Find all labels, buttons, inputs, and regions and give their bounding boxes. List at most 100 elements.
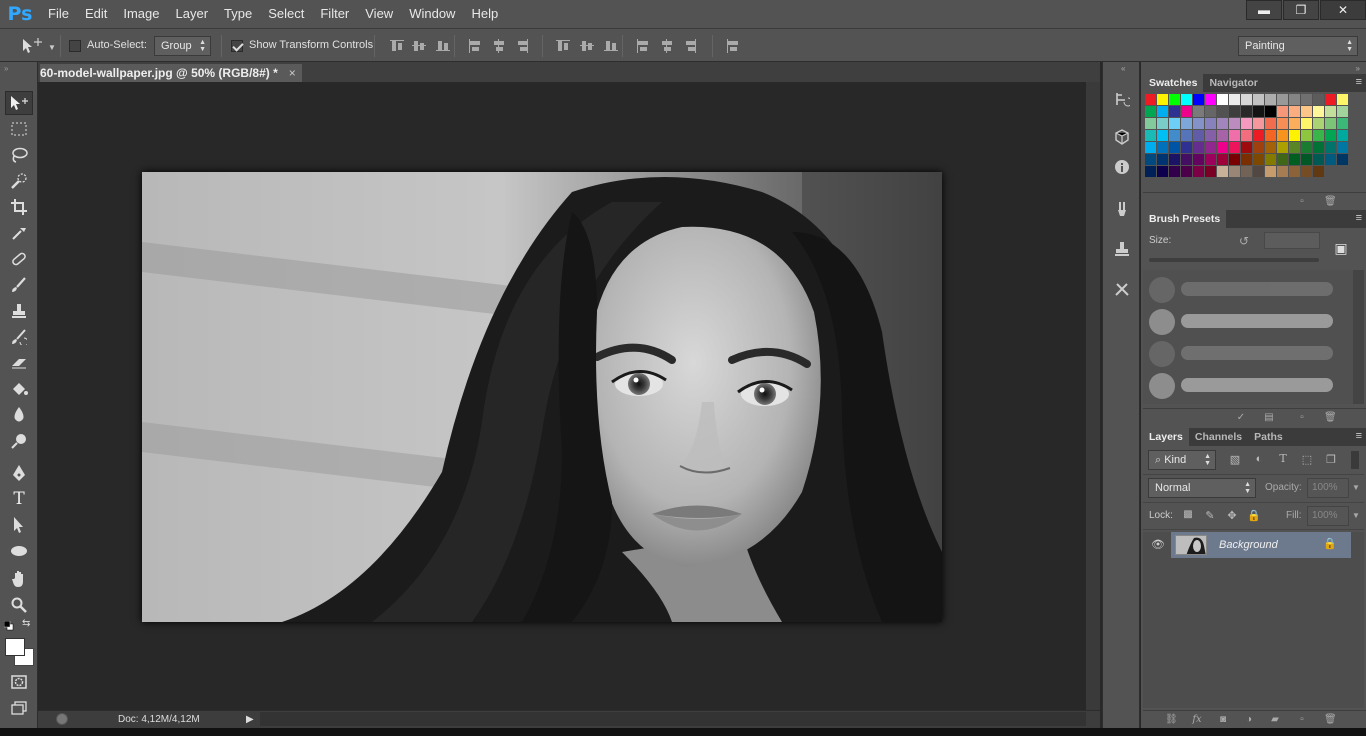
tab-layers[interactable]: Layers: [1143, 428, 1189, 446]
swatch[interactable]: [1205, 142, 1216, 153]
swatch[interactable]: [1229, 106, 1240, 117]
swatch[interactable]: [1145, 142, 1156, 153]
collapse-dock-icon[interactable]: «: [1121, 64, 1125, 73]
swatch[interactable]: [1157, 118, 1168, 129]
menu-file[interactable]: File: [40, 0, 77, 28]
delete-brush-preset-icon[interactable]: 🗑: [1324, 412, 1337, 424]
tab-channels[interactable]: Channels: [1189, 428, 1248, 446]
swatch[interactable]: [1217, 154, 1228, 165]
swatch[interactable]: [1313, 142, 1324, 153]
swatch[interactable]: [1229, 166, 1240, 177]
swatch[interactable]: [1145, 130, 1156, 141]
distribute-right-icon[interactable]: [684, 39, 698, 53]
pen-tool-icon[interactable]: [5, 461, 33, 485]
swatch[interactable]: [1181, 94, 1192, 105]
swatch[interactable]: [1301, 142, 1312, 153]
swatch[interactable]: [1301, 94, 1312, 105]
brush-list-scrollbar[interactable]: [1353, 270, 1364, 404]
status-menu-icon[interactable]: [56, 713, 68, 725]
swatch[interactable]: [1145, 94, 1156, 105]
swatch[interactable]: [1181, 142, 1192, 153]
swatch[interactable]: [1313, 130, 1324, 141]
swatch[interactable]: [1217, 142, 1228, 153]
clone-stamp-tool-icon[interactable]: [5, 299, 33, 323]
link-layers-icon[interactable]: ⛓: [1165, 714, 1178, 726]
menu-type[interactable]: Type: [216, 0, 260, 28]
swatch[interactable]: [1289, 130, 1300, 141]
brush-tool-icon[interactable]: [5, 273, 33, 297]
swatch[interactable]: [1337, 106, 1348, 117]
swatch[interactable]: [1301, 106, 1312, 117]
align-right-edges-icon[interactable]: [516, 39, 530, 53]
new-layer-icon[interactable]: ▫: [1296, 714, 1308, 726]
swatch[interactable]: [1241, 130, 1252, 141]
swatch[interactable]: [1301, 166, 1312, 177]
filter-toggle[interactable]: [1351, 451, 1359, 469]
swatch[interactable]: [1241, 166, 1252, 177]
new-swatch-icon[interactable]: ▫: [1296, 196, 1308, 208]
status-arrow-icon[interactable]: ▶: [246, 714, 254, 725]
swatch[interactable]: [1217, 106, 1228, 117]
swatch[interactable]: [1181, 130, 1192, 141]
swatch[interactable]: [1205, 166, 1216, 177]
brush-preset-item[interactable]: [1147, 274, 1337, 304]
swatch[interactable]: [1253, 154, 1264, 165]
brush-grid-icon[interactable]: ▤: [1263, 412, 1275, 424]
new-brush-preset-icon[interactable]: ▫: [1296, 412, 1308, 424]
align-horizontal-centers-icon[interactable]: [492, 39, 506, 53]
brush-preset-item[interactable]: [1147, 338, 1337, 368]
swatch[interactable]: [1241, 106, 1252, 117]
swatch[interactable]: [1241, 118, 1252, 129]
auto-align-layers-icon[interactable]: [726, 39, 740, 53]
swatch[interactable]: [1265, 166, 1276, 177]
swatch[interactable]: [1145, 154, 1156, 165]
brush-size-field[interactable]: [1264, 232, 1320, 249]
menu-help[interactable]: Help: [463, 0, 506, 28]
swatch[interactable]: [1193, 154, 1204, 165]
swatch[interactable]: [1277, 106, 1288, 117]
add-mask-icon[interactable]: ◙: [1217, 714, 1229, 726]
panel-menu-icon[interactable]: ≡: [1356, 430, 1362, 442]
distribute-top-icon[interactable]: [556, 39, 570, 53]
menu-filter[interactable]: Filter: [312, 0, 357, 28]
restore-button[interactable]: ❐: [1283, 0, 1319, 20]
opacity-field[interactable]: 100%: [1307, 478, 1349, 498]
ellipse-tool-icon[interactable]: [5, 539, 33, 563]
brush-panel-icon[interactable]: [1111, 198, 1133, 220]
healing-brush-tool-icon[interactable]: [5, 247, 33, 271]
lock-image-pixels-icon[interactable]: ✎: [1203, 509, 1217, 523]
marquee-tool-icon[interactable]: [5, 117, 33, 141]
swatch[interactable]: [1181, 106, 1192, 117]
tool-presets-panel-icon[interactable]: [1111, 278, 1133, 300]
menu-view[interactable]: View: [357, 0, 401, 28]
swatch[interactable]: [1325, 154, 1336, 165]
distribute-vertical-centers-icon[interactable]: [580, 39, 594, 53]
swatch[interactable]: [1229, 94, 1240, 105]
history-brush-tool-icon[interactable]: [5, 325, 33, 349]
vertical-scrollbar[interactable]: [1086, 82, 1100, 710]
history-panel-icon[interactable]: [1111, 88, 1133, 110]
swatch[interactable]: [1313, 166, 1324, 177]
filter-type-layers-icon[interactable]: T: [1276, 452, 1290, 466]
tab-swatches[interactable]: Swatches: [1143, 74, 1204, 92]
zoom-tool-icon[interactable]: [5, 593, 33, 617]
swatch[interactable]: [1289, 94, 1300, 105]
new-group-icon[interactable]: ▰: [1269, 714, 1281, 726]
swatch[interactable]: [1277, 118, 1288, 129]
swatch[interactable]: [1169, 142, 1180, 153]
layer-filter-kind-dropdown[interactable]: ⌕ Kind ▲ ▼: [1148, 450, 1216, 470]
swatch[interactable]: [1301, 130, 1312, 141]
tab-brush-presets[interactable]: Brush Presets: [1143, 210, 1227, 228]
align-left-edges-icon[interactable]: [468, 39, 482, 53]
foreground-color-swatch[interactable]: [5, 638, 25, 656]
fill-field[interactable]: 100%: [1307, 506, 1349, 526]
swatch[interactable]: [1193, 166, 1204, 177]
swatch[interactable]: [1301, 118, 1312, 129]
swatch[interactable]: [1253, 106, 1264, 117]
swatch[interactable]: [1265, 130, 1276, 141]
align-vertical-centers-icon[interactable]: [412, 39, 426, 53]
swatch[interactable]: [1289, 166, 1300, 177]
swatch[interactable]: [1217, 166, 1228, 177]
filter-adjustment-layers-icon[interactable]: ◐: [1252, 453, 1266, 467]
fill-slider-toggle-icon[interactable]: ▼: [1349, 506, 1363, 526]
